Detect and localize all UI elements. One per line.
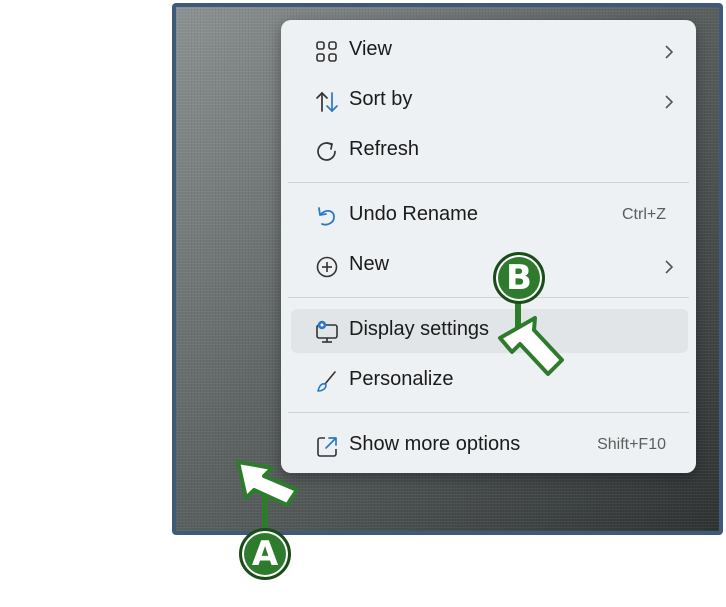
callout-arrow-b	[498, 295, 564, 376]
callout-letter: A	[251, 534, 279, 574]
callout-letter: B	[506, 258, 532, 298]
callout-overlay	[236, 295, 564, 532]
callout-arrow-a	[236, 460, 299, 532]
